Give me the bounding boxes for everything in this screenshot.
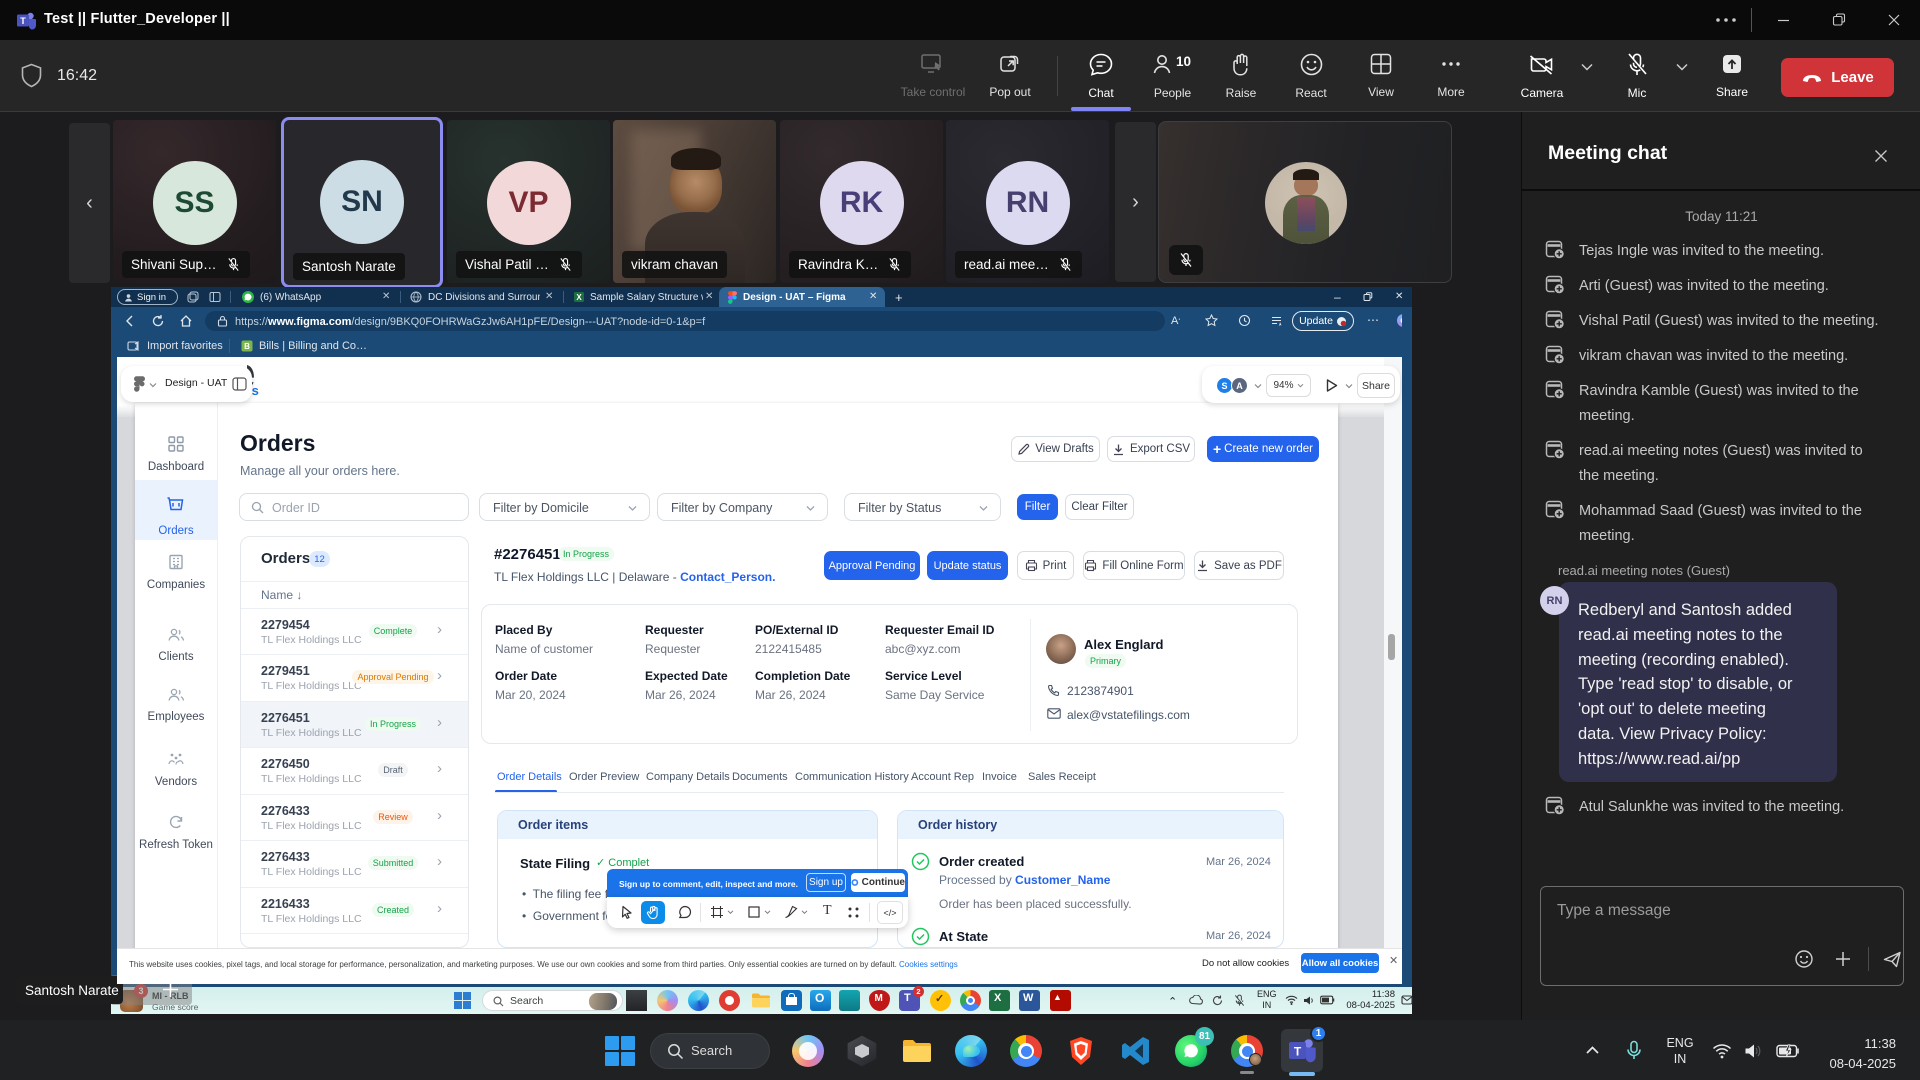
svg-text:10: 10 [1176,54,1191,69]
svg-text:T: T [1294,1045,1302,1059]
svg-text:X: X [576,293,582,302]
svg-text:T: T [20,16,26,26]
svg-text:B: B [244,342,250,351]
